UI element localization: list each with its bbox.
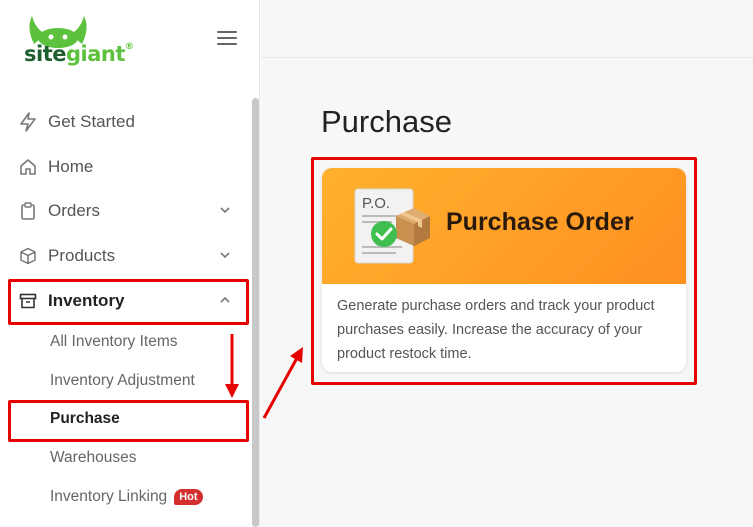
- arrow-up-right-icon: [262, 347, 303, 419]
- arrow-down-icon: [225, 334, 239, 398]
- annotation-arrows: [225, 334, 303, 419]
- app-root: sitegiant® Get Started Home Orders Produ…: [0, 0, 753, 527]
